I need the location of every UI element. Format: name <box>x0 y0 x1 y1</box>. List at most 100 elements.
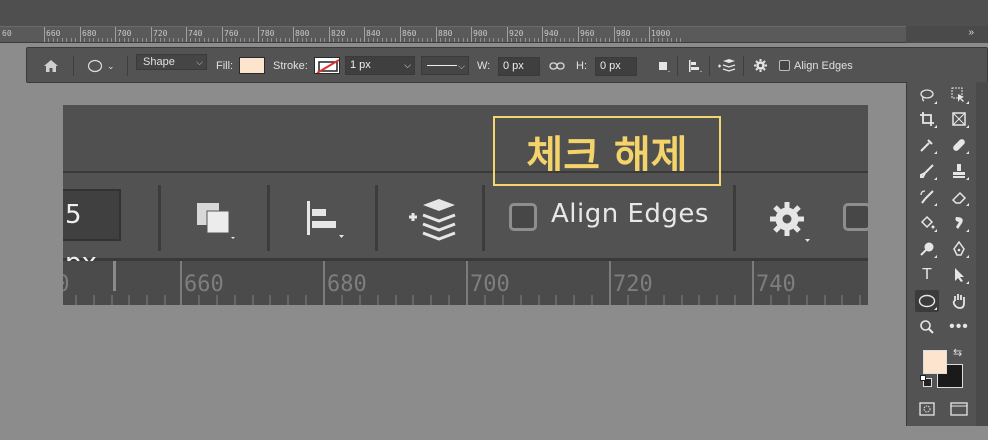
quick-mask-icon[interactable] <box>915 398 939 420</box>
ruler-label: 700 <box>470 272 510 297</box>
align-edges-label: Align Edges <box>794 60 853 72</box>
ruler-minor-tick <box>431 38 432 42</box>
ruler-minor-tick <box>98 38 99 42</box>
ruler-minor-tick <box>716 295 718 305</box>
zoomed-align-edges-checkbox <box>509 203 537 231</box>
object-selection-tool-icon[interactable] <box>947 84 971 106</box>
highlight-box <box>493 116 721 186</box>
ruler-minor-tick <box>368 38 369 42</box>
ruler-label: 720 <box>613 272 653 297</box>
path-arrangement-icon[interactable] <box>717 48 737 84</box>
home-icon[interactable] <box>43 48 59 84</box>
ruler-minor-tick <box>128 38 129 42</box>
ruler-minor-tick <box>806 295 808 305</box>
paint-bucket-tool-icon[interactable] <box>915 212 939 234</box>
collapse-chevron-icon[interactable]: » <box>968 27 974 38</box>
fill-label: Fill: <box>216 60 234 72</box>
ruler-minor-tick <box>538 295 540 305</box>
swap-colors-icon[interactable]: ⇆ <box>953 346 962 359</box>
ruler-label: 940 <box>544 29 559 38</box>
ruler-minor-tick <box>502 38 503 42</box>
ruler-minor-tick <box>297 38 298 42</box>
path-alignment-icon[interactable] <box>687 48 703 84</box>
type-tool-icon[interactable]: T <box>915 264 939 286</box>
stroke-type-select[interactable]: ⌵ <box>421 56 469 75</box>
ruler-minor-tick <box>480 38 481 42</box>
height-field[interactable]: 0 px <box>595 57 637 76</box>
ruler-minor-tick <box>618 38 619 42</box>
divider <box>677 56 678 76</box>
chevron-down-icon[interactable]: ⌵ <box>404 57 411 74</box>
ruler-minor-tick <box>454 38 455 42</box>
divider <box>158 185 161 251</box>
ruler-minor-tick <box>306 38 307 42</box>
width-label: W: <box>477 60 491 72</box>
path-operations-icon[interactable] <box>657 48 671 84</box>
divider <box>709 56 710 76</box>
ruler-minor-tick <box>587 38 588 42</box>
brush-tool-icon[interactable] <box>915 160 939 182</box>
ruler-minor-tick <box>347 38 348 42</box>
stroke-color-swatch[interactable] <box>314 57 340 74</box>
align-edges-checkbox[interactable] <box>779 60 790 71</box>
solid-line-icon <box>427 65 457 66</box>
ruler-minor-tick <box>351 38 352 42</box>
eyedropper-tool-icon[interactable] <box>915 134 939 156</box>
document-tab-strip <box>0 0 988 26</box>
hand-tool-icon[interactable] <box>947 290 971 312</box>
ruler-label: 1000 <box>651 29 671 38</box>
stroke-width-field[interactable]: 1 px ⌵ <box>345 56 415 75</box>
ruler-minor-tick <box>302 38 303 42</box>
fill-color-swatch[interactable] <box>239 57 265 74</box>
ruler-minor-tick <box>636 38 637 42</box>
screen-mode-icon[interactable] <box>947 398 971 420</box>
healing-brush-tool-icon[interactable] <box>947 134 971 156</box>
ruler-minor-tick <box>199 38 200 42</box>
frame-tool-icon[interactable] <box>947 108 971 130</box>
history-brush-tool-icon[interactable] <box>915 186 939 208</box>
panel-collapse-bar[interactable]: » <box>906 26 988 43</box>
ruler-minor-tick <box>395 38 396 42</box>
ruler-minor-tick <box>449 38 450 42</box>
chevron-down-icon: ⌵ <box>196 57 203 67</box>
stroke-label: Stroke: <box>273 60 308 72</box>
ruler-minor-tick <box>75 295 77 305</box>
foreground-color-swatch[interactable] <box>923 350 947 374</box>
ruler-minor-tick <box>409 38 410 42</box>
ruler-minor-tick <box>252 295 254 305</box>
ruler-minor-tick <box>534 38 535 42</box>
more-tools-icon[interactable]: ••• <box>947 316 971 338</box>
ruler-minor-tick <box>208 38 209 42</box>
ruler-label: 780 <box>260 29 275 38</box>
dodge-tool-icon[interactable] <box>915 238 939 260</box>
tool-preset-picker[interactable]: ⌄ <box>87 48 115 84</box>
ruler-minor-tick <box>338 38 339 42</box>
mode-select[interactable]: Shape ⌵ <box>136 54 207 70</box>
ruler-minor-tick <box>645 295 647 305</box>
ruler-minor-tick <box>289 38 290 42</box>
ruler-minor-tick <box>240 38 241 42</box>
ruler-minor-tick <box>164 295 166 305</box>
zoom-tool-icon[interactable] <box>915 316 939 338</box>
ruler-minor-tick <box>262 38 263 42</box>
ruler-minor-tick <box>164 38 165 42</box>
ruler-minor-tick <box>516 38 517 42</box>
ruler-minor-tick <box>173 38 174 42</box>
smudge-tool-icon[interactable] <box>947 212 971 234</box>
eraser-tool-icon[interactable] <box>947 186 971 208</box>
crop-tool-icon[interactable] <box>915 108 939 130</box>
ellipse-tool-icon[interactable] <box>915 290 939 312</box>
gear-icon[interactable] <box>753 48 769 84</box>
link-icon[interactable] <box>549 48 565 84</box>
ruler-minor-tick <box>169 38 170 42</box>
lasso-tool-icon[interactable] <box>915 84 939 106</box>
width-field[interactable]: 0 px <box>498 57 540 76</box>
clone-stamp-tool-icon[interactable] <box>947 160 971 182</box>
ruler-minor-tick <box>663 295 665 305</box>
path-selection-tool-icon[interactable] <box>947 264 971 286</box>
ruler-minor-tick <box>160 38 161 42</box>
pen-tool-icon[interactable] <box>947 238 971 260</box>
ruler-minor-tick <box>359 295 361 305</box>
ruler-minor-tick <box>529 38 530 42</box>
default-colors-icon[interactable] <box>920 375 932 387</box>
